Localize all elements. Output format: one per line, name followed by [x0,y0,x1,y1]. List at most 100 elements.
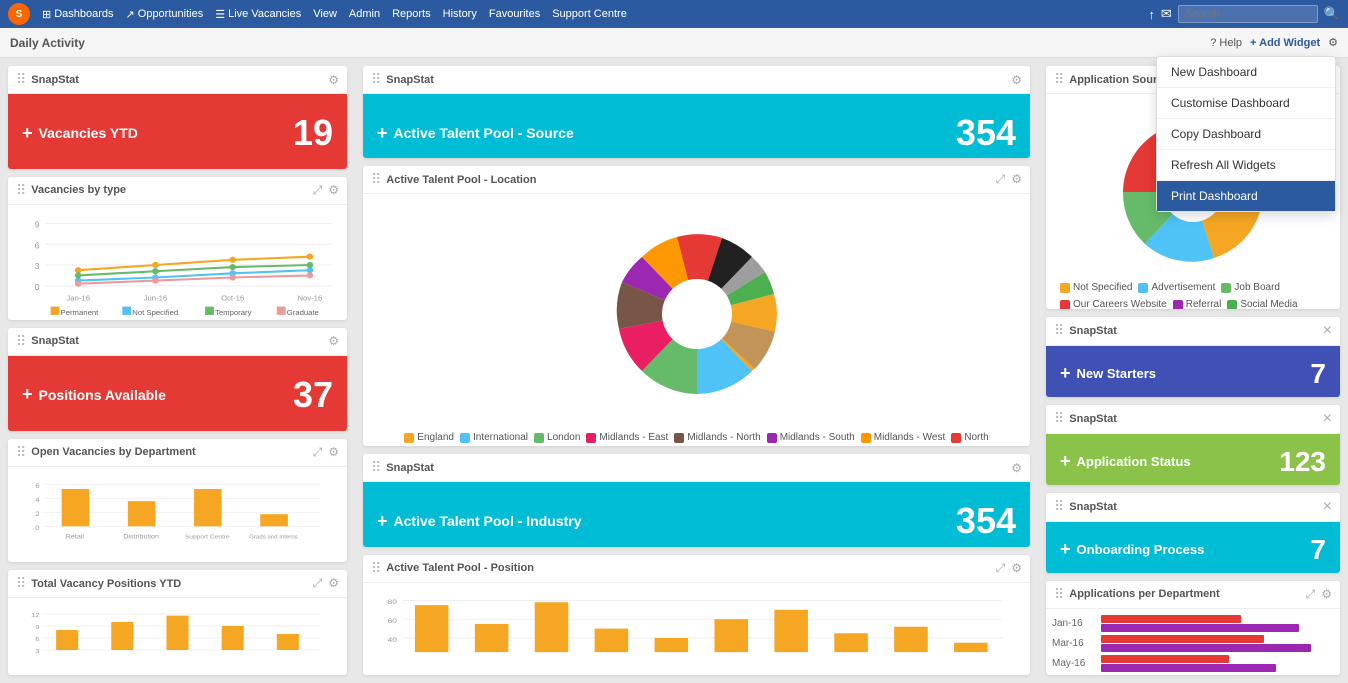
menu-customise-dashboard[interactable]: Customise Dashboard [1157,88,1335,119]
widget-header: ⠿ Vacancies by type ⤢ ⚙ [8,177,347,205]
bar-chart: 80 60 40 [363,583,1030,675]
nav-dashboards[interactable]: ⊞ Dashboards [42,8,114,21]
gear-icon[interactable]: ⚙ [328,183,339,198]
legend-midlands-south: Midlands - South [767,432,855,443]
svg-text:Nov-16: Nov-16 [297,293,322,302]
legend-england: England [404,432,454,443]
nav-live-vacancies[interactable]: ☰ Live Vacancies [215,8,301,21]
vacancies-ytd-stat: + Vacancies YTD 19 [8,94,347,169]
drag-icon: ⠿ [1054,498,1064,515]
widget-header: ⠿ SnapStat × [1046,317,1340,346]
drag-icon: ⠿ [1054,322,1064,339]
legend-advertisement: Advertisement [1138,282,1215,293]
legend-international: International [460,432,528,443]
close-icon[interactable]: × [1323,322,1332,340]
legend-job-board: Job Board [1221,282,1280,293]
plus-icon: + [1060,539,1071,560]
svg-text:6: 6 [35,240,40,250]
nav-opportunities[interactable]: ↗ Opportunities [126,8,204,21]
plus-icon: + [22,384,33,405]
gear-icon[interactable]: ⚙ [1011,461,1022,475]
vacancies-ytd-widget: ⠿ SnapStat ⚙ + Vacancies YTD 19 [8,66,347,169]
new-starters-widget: ⠿ SnapStat × + New Starters 7 [1046,317,1340,397]
expand-icon[interactable]: ⤢ [313,576,323,591]
active-talent-location-widget: ⠿ Active Talent Pool - Location ⤢ ⚙ [363,166,1030,446]
gear-icon[interactable]: ⚙ [328,576,339,591]
app-logo: S [8,3,30,25]
expand-icon[interactable]: ⤢ [996,561,1006,576]
left-column: ⠿ SnapStat ⚙ + Vacancies YTD 19 ⠿ Vacanc… [0,58,355,683]
nav-history[interactable]: History [443,8,477,20]
svg-text:Jun-16: Jun-16 [144,293,168,302]
help-button[interactable]: ? Help [1210,37,1242,49]
svg-text:6: 6 [35,482,39,489]
settings-icon: ⚙ [1328,36,1338,49]
menu-print-dashboard[interactable]: Print Dashboard [1157,181,1335,211]
settings-button[interactable]: ⚙ [1328,36,1338,49]
widget-header: ⠿ SnapStat ⚙ [363,454,1030,482]
svg-text:9: 9 [35,626,40,632]
gear-icon[interactable]: ⚙ [1011,73,1022,87]
bar-chart: 6 4 2 0 Retail Distribution Support Cent… [8,467,347,563]
expand-icon[interactable]: ⤢ [313,445,323,460]
search-icon[interactable]: 🔍 [1324,6,1340,22]
svg-text:Jan-16: Jan-16 [66,293,90,302]
legend-midlands-east: Midlands - East [586,432,668,443]
gear-icon[interactable]: ⚙ [328,73,339,87]
menu-refresh-all[interactable]: Refresh All Widgets [1157,150,1335,181]
drag-icon: ⠿ [1054,410,1064,427]
positions-available-widget: ⠿ SnapStat ⚙ + Positions Available 37 [8,328,347,431]
svg-text:60: 60 [388,617,397,625]
svg-text:Distribution: Distribution [123,533,159,539]
svg-text:2: 2 [35,510,39,517]
legend-midlands-west: Midlands - West [861,432,946,443]
menu-new-dashboard[interactable]: New Dashboard [1157,57,1335,88]
active-talent-source-stat: + Active Talent Pool - Source 354 [363,94,1030,158]
gear-icon[interactable]: ⚙ [1321,587,1332,602]
gear-icon[interactable]: ⚙ [1011,561,1022,576]
help-icon: ? [1210,37,1216,49]
close-icon[interactable]: × [1323,410,1332,428]
mail-icon[interactable]: ✉ [1161,6,1172,22]
gear-icon[interactable]: ⚙ [1011,172,1022,187]
drag-icon: ⠿ [1054,586,1064,603]
pie-legend: Not Specified Advertisement Job Board Ou… [1054,282,1332,309]
add-widget-button[interactable]: + Add Widget [1250,37,1320,49]
pie-chart [587,204,807,424]
search-input[interactable] [1178,5,1318,23]
expand-icon[interactable]: ⤢ [313,183,323,198]
widget-header: ⠿ SnapStat ⚙ [8,66,347,94]
legend-referral: Referral [1173,299,1222,309]
svg-text:Retail: Retail [66,533,85,539]
widget-header: ⠿ SnapStat × [1046,493,1340,522]
nav-admin[interactable]: Admin [349,8,380,20]
dropdown-menu: New Dashboard Customise Dashboard Copy D… [1156,56,1336,212]
upload-icon[interactable]: ↑ [1148,7,1155,22]
application-status-widget: ⠿ SnapStat × + Application Status 123 [1046,405,1340,485]
dept-row-mar: Mar-16 [1052,635,1334,652]
svg-text:0: 0 [35,282,40,292]
gear-icon[interactable]: ⚙ [328,334,339,348]
nav-favourites[interactable]: Favourites [489,8,540,20]
svg-text:0: 0 [35,524,39,531]
svg-text:Support Centre: Support Centre [185,533,230,539]
nav-view[interactable]: View [313,8,337,20]
svg-text:4: 4 [35,496,39,503]
drag-icon: ⠿ [16,71,26,88]
pie-chart-area: England International London Midlands - … [363,194,1030,446]
new-starters-stat: + New Starters 7 [1046,346,1340,397]
gear-icon[interactable]: ⚙ [328,445,339,460]
svg-text:Graduate: Graduate [287,308,319,317]
nav-reports[interactable]: Reports [392,8,431,20]
active-talent-industry-widget: ⠿ SnapStat ⚙ + Active Talent Pool - Indu… [363,454,1030,546]
widget-header: ⠿ Open Vacancies by Department ⤢ ⚙ [8,439,347,467]
nav-support[interactable]: Support Centre [552,8,627,20]
menu-copy-dashboard[interactable]: Copy Dashboard [1157,119,1335,150]
expand-icon[interactable]: ⤢ [996,172,1006,187]
widget-header: ⠿ SnapStat ⚙ [363,66,1030,94]
dept-row-may: May-16 [1052,655,1334,672]
close-icon[interactable]: × [1323,498,1332,516]
widget-header: ⠿ SnapStat × [1046,405,1340,434]
expand-icon[interactable]: ⤢ [1306,587,1316,602]
svg-text:80: 80 [388,598,397,606]
